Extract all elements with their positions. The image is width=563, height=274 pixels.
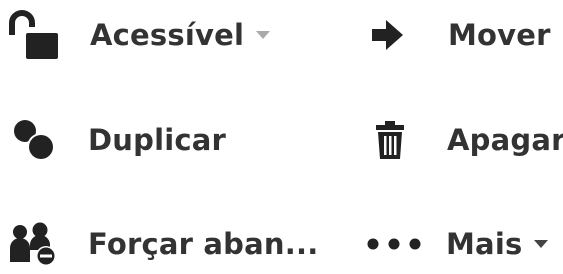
move-label: Mover (448, 18, 551, 52)
duplicate-button[interactable]: Duplicar (12, 110, 226, 170)
chevron-down-icon (534, 239, 549, 249)
chevron-down-icon (256, 30, 271, 40)
delete-label: Apagar (447, 123, 563, 157)
move-button[interactable]: Mover (370, 5, 551, 65)
unlocked-padlock-icon (6, 9, 60, 61)
duplicate-circles-icon (12, 118, 56, 162)
trash-icon (375, 120, 405, 160)
users-remove-icon (6, 222, 60, 266)
delete-button[interactable]: Apagar (375, 110, 563, 170)
duplicate-label: Duplicar (88, 123, 227, 157)
arrow-right-icon (370, 17, 406, 53)
force-leave-button[interactable]: Forçar aban... (6, 214, 318, 274)
accessible-label: Acessível (90, 18, 245, 52)
more-label: Mais (446, 227, 523, 261)
accessible-toggle-button[interactable]: Acessível (6, 5, 271, 65)
more-dots-icon (366, 237, 430, 251)
force-leave-label: Forçar aban... (88, 227, 319, 261)
more-button[interactable]: Mais (366, 214, 549, 274)
